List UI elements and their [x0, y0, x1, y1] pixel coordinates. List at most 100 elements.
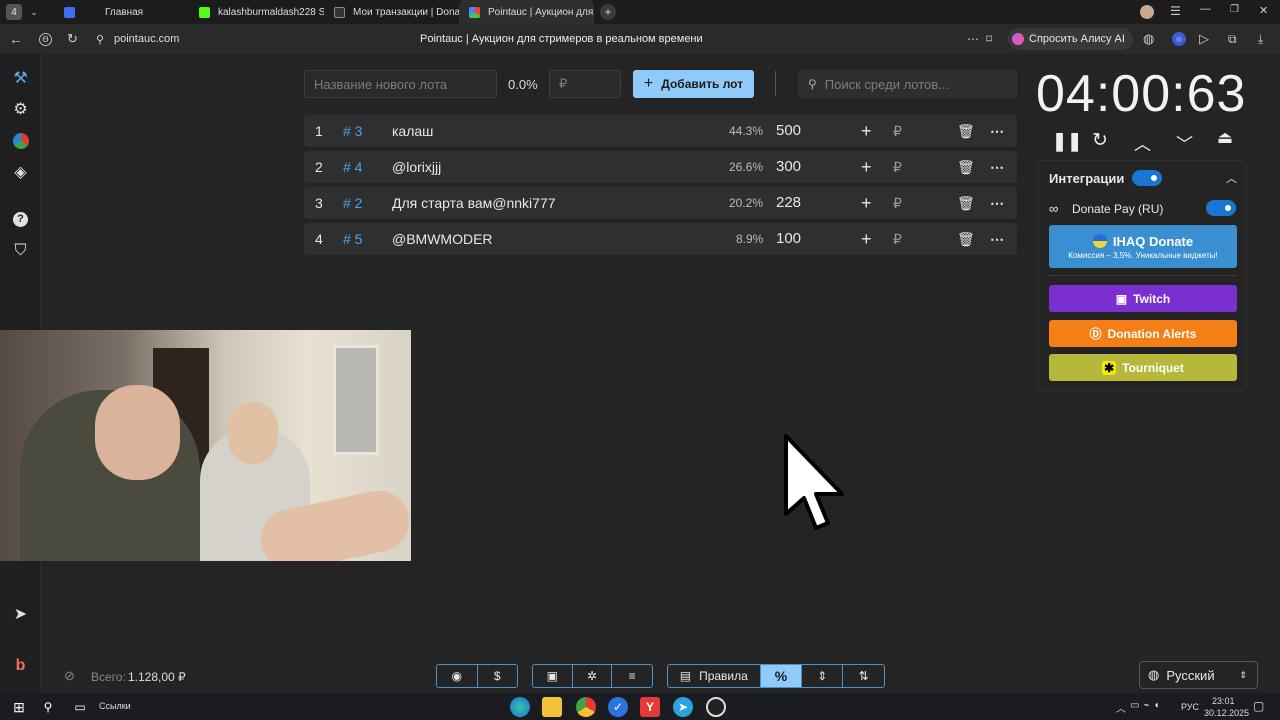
donate-dollar-icon[interactable]: $: [478, 665, 518, 687]
site-info-icon[interactable]: ⚲: [96, 33, 104, 46]
integrations-toggle[interactable]: [1132, 170, 1162, 186]
more-icon[interactable]: ⋯: [990, 151, 1004, 183]
back-icon[interactable]: ←: [9, 31, 23, 47]
ruble-icon[interactable]: ₽: [893, 187, 902, 219]
lot-name[interactable]: калаш: [392, 115, 433, 147]
shield-check-icon[interactable]: ⛉: [0, 236, 41, 266]
yandex-browser-icon[interactable]: Y: [640, 697, 660, 717]
rules-label: Правила: [699, 669, 748, 683]
more-icon[interactable]: ⋯: [990, 187, 1004, 219]
lot-name[interactable]: @BMWMODER: [392, 223, 493, 255]
explorer-icon[interactable]: [542, 697, 562, 717]
edge-icon[interactable]: [510, 697, 530, 717]
ruble-icon[interactable]: ₽: [893, 115, 902, 147]
person-left-head: [95, 385, 180, 480]
lot-name[interactable]: @lorixjjj: [392, 151, 441, 183]
donation-alerts-icon: Ⓓ: [1089, 327, 1102, 341]
search-icon[interactable]: ⚲: [38, 697, 58, 717]
task-view-icon[interactable]: ▭: [70, 697, 90, 717]
new-lot-name-input[interactable]: Название нового лота: [304, 70, 497, 98]
more-icon[interactable]: ⋯: [990, 115, 1004, 147]
tab-kick[interactable]: kalashburmaldash228 Stre: [189, 0, 324, 24]
menu-icon[interactable]: ☰: [1170, 4, 1181, 18]
donatepay-toggle[interactable]: [1206, 200, 1236, 216]
windows-start-icon[interactable]: ⊞: [9, 697, 29, 717]
layers-icon[interactable]: ◈: [0, 157, 41, 187]
ruble-icon[interactable]: ₽: [893, 151, 902, 183]
arrow-up-icon[interactable]: ︿: [1134, 130, 1151, 155]
tray-chevron-icon[interactable]: ︿: [1116, 700, 1126, 715]
save-icon[interactable]: ▣: [533, 665, 573, 687]
donatepay-icon: ∞: [1049, 201, 1059, 216]
arrow-double-up-icon[interactable]: ⏏: [1217, 128, 1233, 148]
help-icon[interactable]: ?: [0, 204, 41, 234]
pause-icon[interactable]: ❚❚: [1052, 131, 1082, 152]
more-icon[interactable]: ⋯: [967, 32, 979, 46]
trash-icon[interactable]: 🗑: [957, 187, 975, 219]
keyboard-lang[interactable]: РУС: [1181, 702, 1199, 712]
search-lots-input[interactable]: ⚲ Поиск среди лотов...: [798, 70, 1017, 98]
auction-hammer-icon[interactable]: ⚒: [0, 63, 41, 93]
add-lot-button[interactable]: + Добавить лот: [633, 70, 754, 98]
links-label[interactable]: Ссылки: [99, 701, 131, 711]
minimize-icon[interactable]: —: [1200, 3, 1211, 15]
telegram-app-icon[interactable]: ➤: [673, 697, 693, 717]
rules-button[interactable]: ▤ Правила: [668, 665, 761, 687]
media-icon[interactable]: ▷: [1199, 31, 1209, 47]
boosty-icon[interactable]: b: [0, 651, 41, 681]
new-tab-icon[interactable]: +: [600, 4, 616, 20]
github-icon[interactable]: ◉: [437, 665, 478, 687]
wheel-icon[interactable]: [0, 126, 41, 156]
more-icon[interactable]: ⋯: [990, 223, 1004, 255]
view-button-group: ▤ Правила % ⇕ ⇅: [667, 664, 885, 688]
donation-alerts-button[interactable]: Ⓓ Donation Alerts: [1049, 320, 1237, 347]
profile-avatar-icon[interactable]: [1140, 5, 1154, 19]
gear-icon[interactable]: ⚙: [0, 94, 41, 124]
sort-icon[interactable]: ⇅: [843, 665, 884, 687]
tab-pointauc[interactable]: Pointauc | Аукцион для✕: [459, 0, 594, 24]
clear-list-icon[interactable]: ≡: [612, 665, 652, 687]
add-amount-icon[interactable]: +: [861, 223, 872, 255]
obs-icon[interactable]: [706, 697, 726, 717]
lot-name[interactable]: Для старта вам@nnki777: [392, 187, 556, 219]
chevron-down-icon[interactable]: ⌄: [26, 7, 42, 18]
app-check-icon[interactable]: ✓: [608, 697, 628, 717]
add-amount-icon[interactable]: +: [861, 151, 872, 183]
add-amount-icon[interactable]: +: [861, 115, 872, 147]
eye-off-icon[interactable]: ⊘: [64, 668, 75, 684]
ihaq-donate-button[interactable]: IHAQ Donate Комиссия – 3,5%. Уникальные …: [1049, 225, 1237, 268]
restore-icon[interactable]: ❐: [1230, 4, 1239, 15]
trash-icon[interactable]: 🗑: [957, 115, 975, 147]
trash-icon[interactable]: 🗑: [957, 223, 975, 255]
reload-icon[interactable]: ↻: [67, 31, 78, 47]
close-window-icon[interactable]: ✕: [1259, 4, 1268, 17]
compact-view-icon[interactable]: ⇕: [802, 665, 844, 687]
bookmark-icon[interactable]: ⌑: [986, 32, 992, 46]
url-text[interactable]: pointauc.com: [114, 33, 179, 45]
reset-icon[interactable]: ↻: [1092, 129, 1108, 152]
ruble-icon[interactable]: ₽: [893, 223, 902, 255]
language-select[interactable]: ◍ Русский ⇕: [1139, 661, 1258, 689]
new-lot-amount-input[interactable]: ₽: [549, 70, 621, 98]
notifications-icon[interactable]: ▢: [1253, 699, 1264, 713]
downloads-icon[interactable]: ⤓: [1258, 32, 1263, 47]
protect-icon[interactable]: ϴ: [39, 32, 52, 46]
tab-home[interactable]: Главная: [54, 0, 189, 24]
collapse-icon[interactable]: ︿: [1226, 170, 1237, 186]
tourniquet-button[interactable]: ✱ Tourniquet: [1049, 354, 1237, 381]
globe-icon[interactable]: ◍: [1143, 31, 1154, 47]
ask-alice-button[interactable]: Спросить Алису AI: [1008, 28, 1133, 50]
percent-toggle-button[interactable]: %: [760, 665, 803, 687]
telegram-icon[interactable]: ➤: [0, 599, 41, 629]
arrow-down-icon[interactable]: ﹀: [1176, 130, 1193, 155]
vpn-icon[interactable]: ◎: [1172, 32, 1186, 46]
add-amount-icon[interactable]: +: [861, 187, 872, 219]
tab-donate[interactable]: Мои транзакции | Donate: [324, 0, 459, 24]
bug-icon[interactable]: ✲: [573, 665, 613, 687]
extensions-icon[interactable]: ⧉: [1228, 32, 1237, 47]
tab-counter[interactable]: 4: [6, 4, 22, 20]
chrome-icon[interactable]: [576, 697, 596, 717]
trash-icon[interactable]: 🗑: [957, 151, 975, 183]
lot-row: 2 # 4 @lorixjjj 26.6% 300 + ₽ 🗑 ⋯: [304, 151, 1017, 183]
twitch-button[interactable]: ▣ Twitch: [1049, 285, 1237, 312]
